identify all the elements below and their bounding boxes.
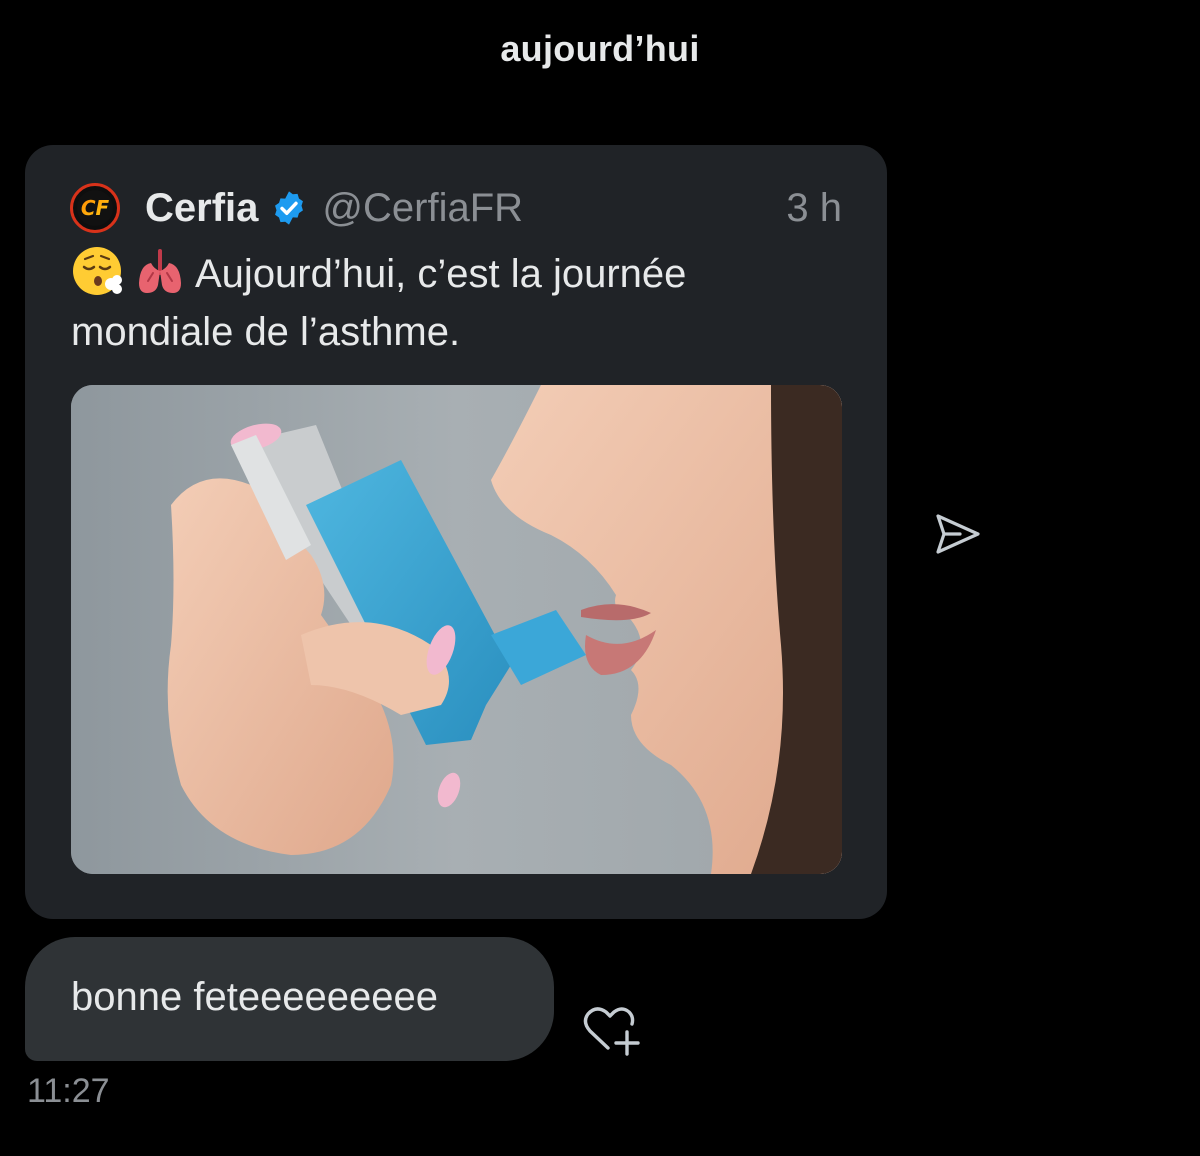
message-bubble[interactable]: bonne feteeeeeeeee <box>25 937 554 1061</box>
lungs-emoji-icon <box>139 249 181 293</box>
tweet-timestamp: 3 h <box>786 185 842 230</box>
face-exhaling-emoji-icon <box>73 247 122 295</box>
send-icon[interactable] <box>930 508 984 560</box>
message-text: bonne feteeeeeeeee <box>71 975 439 1019</box>
author-name[interactable]: Cerfia <box>145 186 258 231</box>
author-handle[interactable]: @CerfiaFR <box>322 186 523 231</box>
message-timestamp: 11:27 <box>27 1072 110 1110</box>
asthma-inhaler-photo <box>71 385 842 874</box>
tweet-header: CF Cerfia @CerfiaFR 3 h <box>70 183 842 233</box>
cerfia-logo-icon: CF <box>77 190 113 226</box>
tweet-media-image[interactable] <box>71 385 842 874</box>
svg-text:CF: CF <box>81 196 110 220</box>
tweet-text: Aujourd’hui, c’est la journée mondiale d… <box>71 245 841 361</box>
add-reaction-icon[interactable] <box>582 1002 642 1058</box>
author-avatar[interactable]: CF <box>70 183 120 233</box>
shared-tweet-card[interactable]: CF Cerfia @CerfiaFR 3 h Aujourd’hui, c’e… <box>25 145 887 919</box>
date-header: aujourd’hui <box>500 28 700 69</box>
verified-badge-icon <box>275 191 304 225</box>
